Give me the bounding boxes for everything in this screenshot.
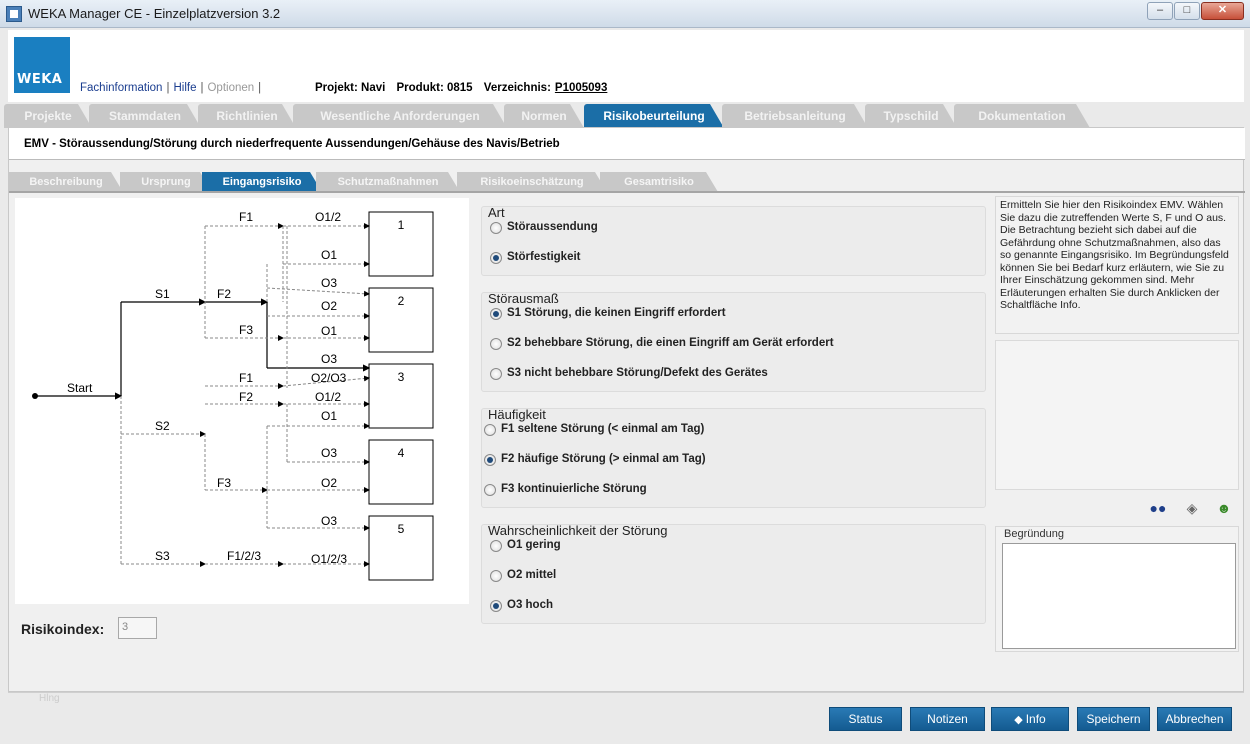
tab-stammdaten[interactable]: Stammdaten [89, 104, 201, 128]
start-label: Start [67, 381, 93, 395]
tab-typschild[interactable]: Typschild [865, 104, 957, 128]
help-text-box: Ermitteln Sie hier den Risikoindex EMV. … [995, 196, 1239, 334]
faded-label: Hlng [39, 693, 60, 704]
tab-wesentliche-anforderungen[interactable]: Wesentliche Anforderungen [293, 104, 507, 128]
subtab-risikoeinschaetzung[interactable]: Risikoeinschätzung [457, 172, 607, 192]
tab-betriebsanleitung[interactable]: Betriebsanleitung [722, 104, 868, 128]
group-stoerausmass-title: Störausmaß [488, 291, 559, 306]
header-links: Fachinformation | Hilfe | Optionen | [80, 82, 262, 94]
subtab-gesamtrisiko[interactable]: Gesamtrisiko [600, 172, 718, 192]
o-label-6: O3 [321, 352, 337, 366]
o-label-12: O3 [321, 514, 337, 528]
f2-label-top: F2 [217, 287, 231, 301]
group-wahrscheinlichkeit: Wahrscheinlichkeit der Störung O1 gering… [481, 523, 986, 624]
group-art-title: Art [488, 205, 505, 220]
begruendung-label: Begründung [1004, 528, 1064, 540]
link-hilfe[interactable]: Hilfe [173, 82, 196, 94]
subtab-ursprung[interactable]: Ursprung [120, 172, 212, 192]
o-label-13: O1/2/3 [311, 552, 347, 566]
abbrechen-button[interactable]: Abbrechen [1157, 707, 1232, 731]
info-diamond-icon: ◆ [1014, 714, 1023, 726]
main-tabs: Projekte Stammdaten Richtlinien Wesentli… [0, 102, 1250, 128]
begruendung-textarea[interactable] [1002, 543, 1236, 649]
weka-logo: WEKA [14, 37, 70, 93]
speichern-button[interactable]: Speichern [1077, 707, 1150, 731]
people-icon[interactable]: ☻ [1215, 500, 1233, 516]
subtab-eingangsrisiko[interactable]: Eingangsrisiko [202, 172, 322, 192]
risk-graph-diagram: 1 2 3 4 5 Start S1 S2 S3 F1 F2 F3 F1 F2 … [15, 198, 469, 604]
s1-label: S1 [155, 287, 170, 301]
window-title: WEKA Manager CE - Einzelplatzversion 3.2 [28, 6, 281, 21]
link-fachinformation[interactable]: Fachinformation [80, 82, 162, 94]
project-label: Projekt: Navi [315, 82, 386, 94]
s3-label: S3 [155, 549, 170, 563]
app-header: WEKA Fachinformation | Hilfe | Optionen | Pro… [8, 30, 1244, 102]
tab-dokumentation[interactable]: Dokumentation [954, 104, 1090, 128]
project-info: Projekt: Navi Produkt: 0815 Verzeichnis:… [315, 82, 615, 94]
begruendung-panel: Begründung [995, 526, 1239, 652]
content-frame: EMV - Störaussendung/Störung durch niede… [8, 127, 1245, 704]
o-label-7: O2/O3 [311, 371, 347, 385]
box-label-3: 3 [398, 370, 405, 384]
box-label-2: 2 [398, 294, 405, 308]
subtab-beschreibung[interactable]: Beschreibung [9, 172, 123, 192]
binoculars-icon[interactable]: ●● [1149, 500, 1167, 516]
minimize-button[interactable]: ‒ [1147, 2, 1173, 20]
tab-projekte[interactable]: Projekte [4, 104, 92, 128]
group-wahrscheinlichkeit-title: Wahrscheinlichkeit der Störung [488, 523, 668, 538]
o-label-1: O1/2 [315, 210, 341, 224]
status-button[interactable]: Status [829, 707, 902, 731]
sub-tabs: Beschreibung Ursprung Eingangsrisiko Sch… [9, 172, 1245, 192]
directory-link[interactable]: P1005093 [555, 82, 607, 94]
bottom-separator [8, 692, 1244, 693]
start-node [32, 393, 38, 399]
f2-label-mid: F2 [239, 390, 253, 404]
f123-label: F1/2/3 [227, 549, 261, 563]
maximize-button[interactable]: □ [1174, 2, 1200, 20]
f1-label-mid: F1 [239, 371, 253, 385]
directory-label: Verzeichnis: [483, 82, 551, 94]
o-label-9: O1 [321, 409, 337, 423]
o-label-4: O2 [321, 299, 337, 313]
risk-index-label: Risikoindex: [21, 621, 105, 637]
s2-label: S2 [155, 419, 170, 433]
tab-normen[interactable]: Normen [504, 104, 584, 128]
notizen-button[interactable]: Notizen [910, 707, 985, 731]
close-button[interactable]: ✕ [1201, 2, 1244, 20]
window-title-bar: WEKA Manager CE - Einzelplatzversion 3.2… [0, 0, 1250, 28]
link-optionen: Optionen [207, 82, 255, 94]
risk-index-field: 3 [118, 617, 157, 639]
o-label-5: O1 [321, 324, 337, 338]
product-label: Produkt: 0815 [396, 82, 473, 94]
f1-label-top: F1 [239, 210, 253, 224]
subtab-divider [9, 191, 1245, 193]
o-label-3: O3 [321, 276, 337, 290]
box-label-4: 4 [398, 446, 405, 460]
box-label-1: 1 [398, 218, 405, 232]
o-label-11: O2 [321, 476, 337, 490]
o-label-2: O1 [321, 248, 337, 262]
eraser-icon[interactable]: ◈ [1183, 500, 1201, 516]
box-label-5: 5 [398, 522, 405, 536]
tab-richtlinien[interactable]: Richtlinien [198, 104, 296, 128]
group-stoerausmass: Störausmaß S1 Störung, die keinen Eingri… [481, 291, 986, 392]
tab-risikobeurteilung[interactable]: Risikobeurteilung [584, 104, 724, 128]
info-button[interactable]: ◆ Info [991, 707, 1069, 731]
app-icon [6, 6, 22, 22]
subtab-schutzmassnahmen[interactable]: Schutzmaßnahmen [316, 172, 460, 192]
info-panel [995, 340, 1239, 490]
f3-label-top: F3 [239, 323, 253, 337]
group-haeufigkeit: Häufigkeit F1 seltene Störung (< einmal … [481, 407, 986, 508]
group-art: Art Störaussendung Störfestigkeit [481, 205, 986, 276]
section-title: EMV - Störaussendung/Störung durch niede… [9, 128, 1245, 160]
o-label-8: O1/2 [315, 390, 341, 404]
group-haeufigkeit-title: Häufigkeit [488, 407, 546, 422]
o-label-10: O3 [321, 446, 337, 460]
f3-label-mid: F3 [217, 476, 231, 490]
